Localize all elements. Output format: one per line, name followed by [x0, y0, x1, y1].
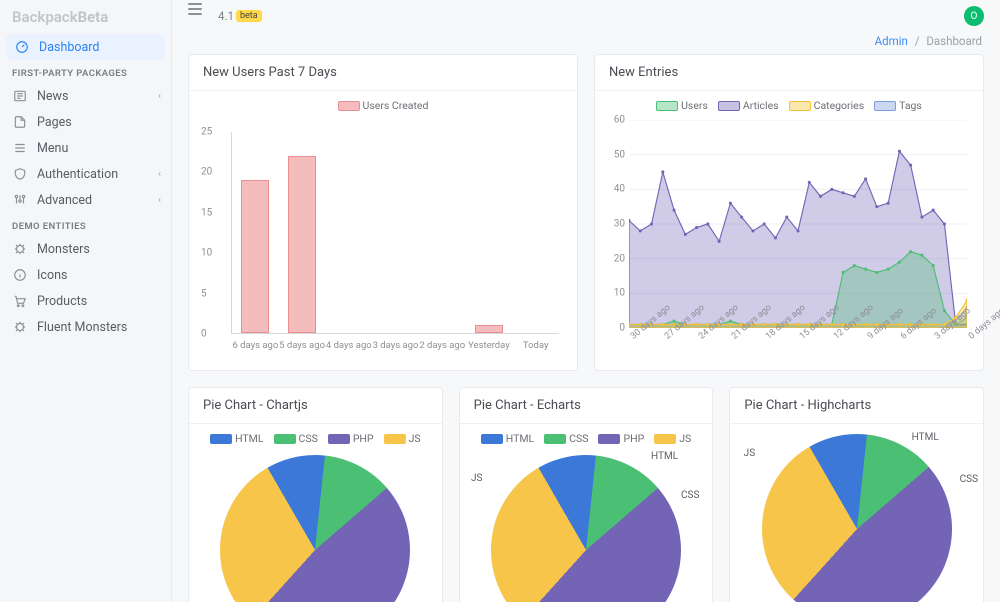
- card-pie-echarts: Pie Chart - Echarts HTML CSS PHP JS HTML CSS…: [459, 387, 714, 602]
- sidebar-item-news[interactable]: News ‹: [0, 83, 171, 109]
- legend-label: Users Created: [363, 99, 429, 112]
- legend-label: Tags: [899, 99, 922, 112]
- legend-label: Users: [681, 99, 708, 112]
- card-new-entries: New Entries UsersArticlesCategoriesTags …: [594, 54, 984, 371]
- legend-label: JS: [409, 432, 421, 445]
- menu-toggle-icon[interactable]: [188, 8, 208, 24]
- pie-chart: [220, 455, 410, 602]
- document-icon: [12, 114, 28, 130]
- sidebar-item-authentication[interactable]: Authentication ‹: [0, 161, 171, 187]
- sidebar-item-label: Icons: [37, 268, 67, 283]
- chevron-left-icon: ‹: [158, 169, 161, 180]
- legend-new-users: Users Created: [201, 99, 565, 112]
- x-axis-label: 2 days ago: [419, 340, 465, 351]
- bar: [241, 180, 269, 333]
- breadcrumb: Admin / Dashboard: [172, 32, 1000, 54]
- sidebar-item-label: Advanced: [37, 193, 92, 208]
- brand-part1: Backpack: [12, 8, 78, 26]
- card-title: Pie Chart - Echarts: [460, 388, 713, 424]
- slice-label: HTML: [912, 432, 939, 443]
- breadcrumb-admin[interactable]: Admin: [875, 34, 908, 48]
- sidebar-item-label: Menu: [37, 141, 68, 156]
- sidebar-item-pages[interactable]: Pages: [0, 109, 171, 135]
- info-icon: [12, 267, 28, 283]
- beta-badge: beta: [236, 10, 262, 22]
- x-axis-label: 4 days ago: [326, 340, 372, 351]
- line-chart: 010203040506030 days ago27 days ago24 da…: [607, 116, 971, 358]
- card-pie-highcharts: Pie Chart - Highcharts HTML CSS JS: [729, 387, 984, 602]
- sidebar-item-products[interactable]: Products: [0, 288, 171, 314]
- legend-label: PHP: [353, 432, 374, 445]
- list-icon: [12, 140, 28, 156]
- sidebar-item-dashboard[interactable]: Dashboard: [6, 34, 165, 60]
- slice-label: CSS: [681, 490, 699, 501]
- bar: [288, 156, 316, 333]
- sidebar-item-label: Pages: [37, 115, 72, 130]
- x-axis-label: 0 days ago: [967, 306, 1000, 342]
- legend-label: CSS: [569, 432, 588, 445]
- legend-label: Articles: [743, 99, 779, 112]
- card-title: Pie Chart - Highcharts: [730, 388, 983, 424]
- version-number: 4.1: [218, 9, 234, 23]
- legend-pie: HTML CSS PHP JS: [481, 432, 692, 445]
- sidebar-item-fluent-monsters[interactable]: Fluent Monsters: [0, 314, 171, 340]
- bug-icon: [12, 319, 28, 335]
- avatar[interactable]: O: [964, 6, 984, 26]
- sidebar-item-label: Dashboard: [39, 40, 99, 55]
- legend-new-entries: Users Articles Categories Tags: [607, 99, 971, 112]
- newspaper-icon: [12, 88, 28, 104]
- chevron-left-icon: ‹: [158, 195, 161, 206]
- shield-icon: [12, 166, 28, 182]
- slice-label: CSS: [960, 474, 978, 485]
- sidebar: BackpackBeta Dashboard First-Party Packa…: [0, 0, 172, 602]
- topbar: 4.1beta O: [172, 0, 1000, 32]
- sidebar-item-icons[interactable]: Icons: [0, 262, 171, 288]
- pie-chart: [491, 455, 681, 602]
- sidebar-item-advanced[interactable]: Advanced ‹: [0, 187, 171, 213]
- slice-label: JS: [471, 473, 482, 484]
- legend-label: PHP: [623, 432, 644, 445]
- bar-chart: 6 days ago5 days ago4 days ago3 days ago…: [201, 116, 565, 356]
- sidebar-item-menu[interactable]: Menu: [0, 135, 171, 161]
- sidebar-item-monsters[interactable]: Monsters: [0, 236, 171, 262]
- bug-icon: [12, 241, 28, 257]
- sidebar-section-demo: Demo Entities: [0, 213, 171, 236]
- legend-label: Categories: [814, 99, 865, 112]
- card-title: New Users Past 7 Days: [189, 55, 577, 91]
- pie-chart: [762, 434, 952, 602]
- gauge-icon: [14, 39, 30, 55]
- card-new-users: New Users Past 7 Days Users Created 6 da…: [188, 54, 578, 371]
- x-axis-label: 3 days ago: [373, 340, 419, 351]
- legend-label: HTML: [235, 432, 263, 445]
- sliders-icon: [12, 192, 28, 208]
- x-axis-label: 6 days ago: [232, 340, 278, 351]
- breadcrumb-current: Dashboard: [926, 34, 982, 48]
- sidebar-section-first-party: First-Party Packages: [0, 60, 171, 83]
- brand-logo: BackpackBeta: [0, 6, 171, 34]
- version-label: 4.1beta: [218, 9, 262, 23]
- brand-part2: Beta: [78, 8, 109, 26]
- legend-pie: HTML CSS PHP JS: [210, 432, 421, 445]
- sidebar-item-label: Fluent Monsters: [37, 320, 127, 335]
- sidebar-item-label: Authentication: [37, 167, 118, 182]
- bar: [475, 325, 503, 333]
- x-axis-label: Today: [523, 340, 549, 351]
- sidebar-item-label: News: [37, 89, 68, 104]
- legend-label: HTML: [506, 432, 534, 445]
- card-title: New Entries: [595, 55, 983, 91]
- legend-label: JS: [679, 432, 691, 445]
- chevron-left-icon: ‹: [158, 91, 161, 102]
- slice-label: JS: [744, 448, 755, 459]
- legend-label: CSS: [299, 432, 318, 445]
- x-axis-label: 5 days ago: [279, 340, 325, 351]
- card-pie-chartjs: Pie Chart - Chartjs HTML CSS PHP JS: [188, 387, 443, 602]
- sidebar-item-label: Monsters: [37, 242, 90, 257]
- x-axis-label: Yesterday: [468, 340, 510, 351]
- card-title: Pie Chart - Chartjs: [189, 388, 442, 424]
- avatar-initial: O: [971, 11, 978, 22]
- slice-label: HTML: [651, 451, 678, 462]
- breadcrumb-separator: /: [915, 34, 920, 48]
- cart-icon: [12, 293, 28, 309]
- sidebar-item-label: Products: [37, 294, 87, 309]
